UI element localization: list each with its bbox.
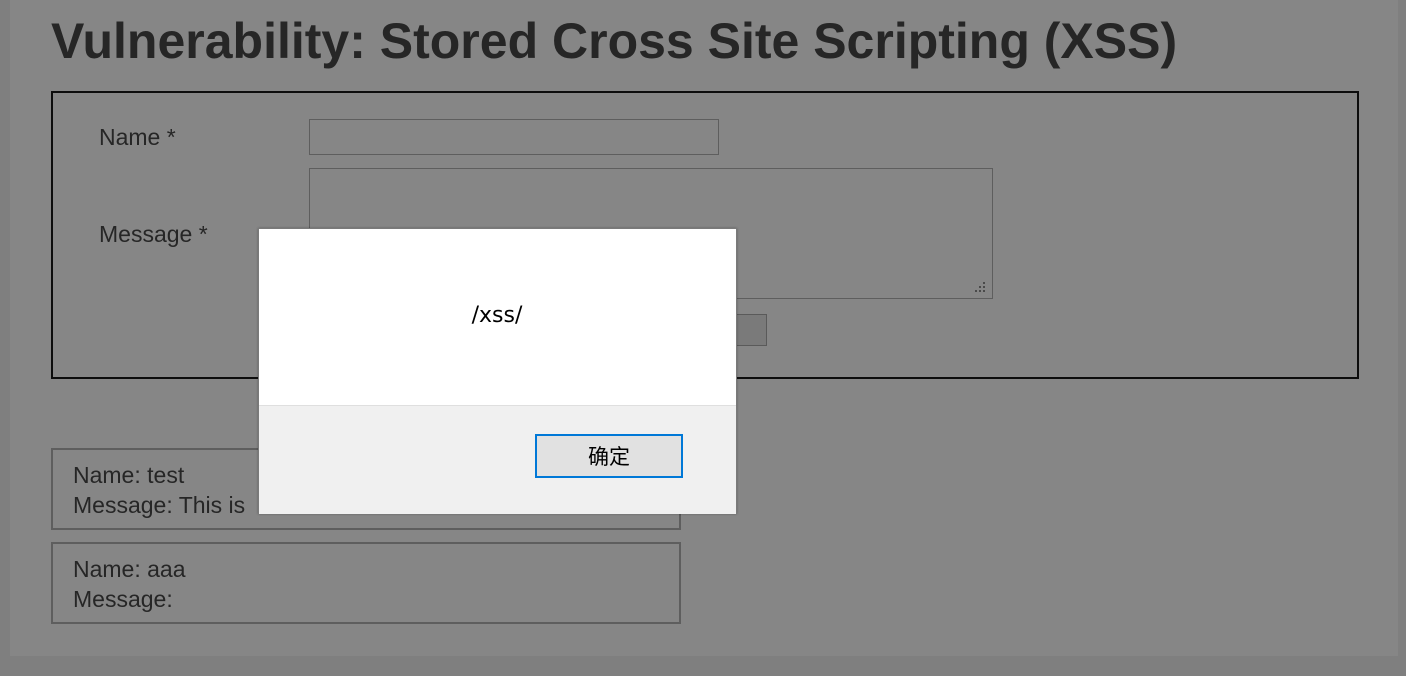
alert-message: /xss/ xyxy=(471,303,523,328)
entry-message: Message: xyxy=(73,586,173,612)
ok-button[interactable]: 确定 xyxy=(535,434,683,478)
resize-grip-icon[interactable] xyxy=(971,280,987,294)
message-label: Message * xyxy=(99,221,208,247)
page-title: Vulnerability: Stored Cross Site Scripti… xyxy=(51,13,1178,69)
alert-body: /xss/ xyxy=(259,229,736,405)
entry-name: Name: aaa xyxy=(73,556,186,582)
name-input[interactable] xyxy=(309,119,719,155)
alert-dialog: /xss/ 确定 xyxy=(258,228,737,514)
alert-footer: 确定 xyxy=(259,405,736,514)
name-label: Name * xyxy=(99,124,176,150)
entry-name: Name: test xyxy=(73,462,185,488)
entry-message: Message: This is xyxy=(73,492,246,518)
guestbook-entry: Name: aaa Message: xyxy=(51,542,681,624)
